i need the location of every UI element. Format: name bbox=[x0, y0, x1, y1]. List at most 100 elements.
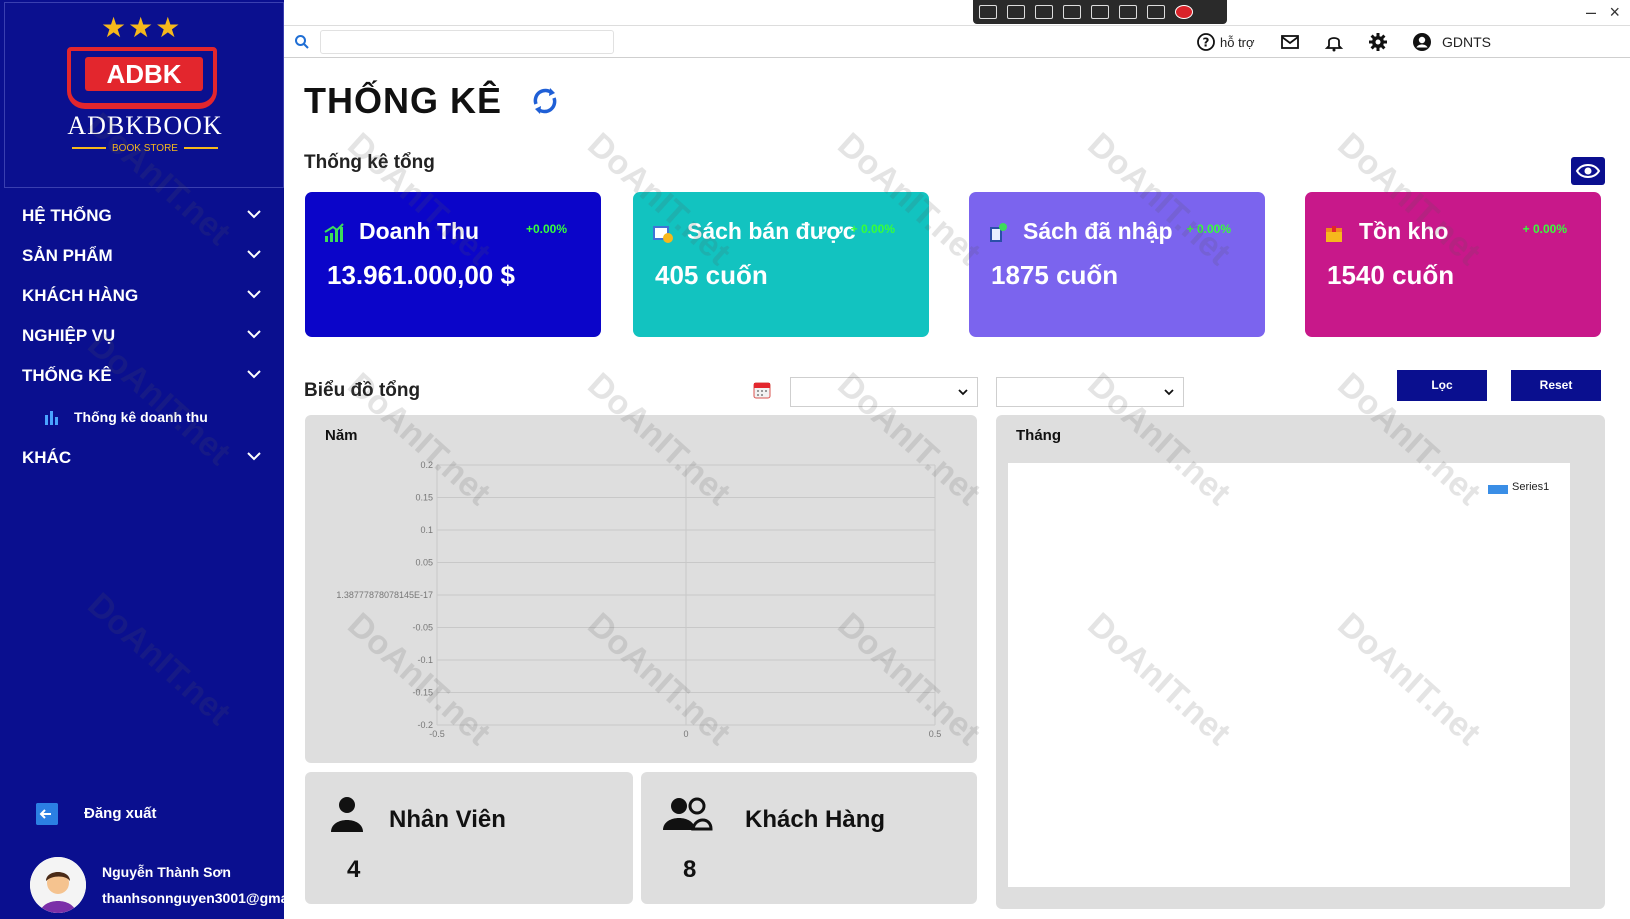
recording-toolbar bbox=[973, 0, 1227, 24]
sidebar-menu: HỆ THỐNG SẢN PHẨM KHÁCH HÀNG NGHIỆP VỤ T… bbox=[0, 196, 284, 478]
card-percent: + 0.00% bbox=[1186, 222, 1231, 236]
screenshot-icon[interactable] bbox=[979, 5, 997, 19]
x-tick-label: 0.5 bbox=[929, 729, 942, 739]
stat-value: 8 bbox=[683, 856, 697, 883]
employee-stat-card: Nhân Viên 4 bbox=[305, 772, 633, 904]
month-chart: Series1 bbox=[1008, 463, 1570, 887]
inventory-card: Tồn kho + 0.00% 1540 cuốn bbox=[1305, 192, 1601, 337]
eye-icon bbox=[1575, 164, 1601, 178]
sidebar-item-san-pham[interactable]: SẢN PHẨM bbox=[0, 236, 284, 276]
month-chart-panel: Tháng Series1 bbox=[996, 415, 1605, 909]
sidebar-item-label: SẢN PHẨM bbox=[22, 246, 113, 265]
stat-value: 4 bbox=[347, 856, 361, 883]
summary-title: Thống kê tổng bbox=[304, 152, 435, 173]
stat-label: Nhân Viên bbox=[389, 806, 506, 833]
chevron-down-icon bbox=[247, 370, 261, 379]
top-bar: ? hỗ trợ GDNTS bbox=[284, 26, 1630, 58]
card-value: 13.961.000,00 $ bbox=[327, 260, 515, 290]
accessibility-icon[interactable] bbox=[1147, 5, 1165, 19]
card-label: Sách đã nhập bbox=[1023, 218, 1173, 244]
toggle-visibility-button[interactable] bbox=[1571, 157, 1605, 185]
chevron-down-icon bbox=[958, 389, 968, 396]
sidebar-item-thong-ke[interactable]: THỐNG KÊ bbox=[0, 356, 284, 396]
minimize-button[interactable]: – bbox=[1586, 2, 1596, 23]
people-icon bbox=[663, 797, 713, 831]
user-circle-icon[interactable] bbox=[1412, 32, 1432, 52]
pointer-icon[interactable] bbox=[1035, 5, 1053, 19]
sidebar: ★★★ ADBK ADBKBOOK BOOK STORE HỆ THỐNG SẢ… bbox=[0, 0, 284, 919]
y-tick-label: -0.1 bbox=[417, 655, 433, 665]
bell-icon[interactable] bbox=[1324, 32, 1344, 52]
logo-name: ADBKBOOK bbox=[67, 111, 223, 140]
x-tick-label: 0 bbox=[683, 729, 688, 739]
bar-chart-icon bbox=[45, 411, 58, 425]
chevron-down-icon bbox=[247, 250, 261, 259]
sidebar-subitem-label: Thống kê doanh thu bbox=[74, 409, 208, 425]
close-button[interactable]: × bbox=[1609, 2, 1620, 23]
card-value: 405 cuốn bbox=[655, 260, 768, 290]
avatar[interactable] bbox=[30, 857, 86, 913]
month-combobox[interactable] bbox=[996, 377, 1184, 407]
card-percent: + 0.00% bbox=[850, 222, 895, 236]
person-icon bbox=[331, 797, 363, 832]
reset-button[interactable]: Reset bbox=[1511, 370, 1601, 401]
search-input[interactable] bbox=[320, 30, 614, 54]
card-percent: + 0.00% bbox=[1522, 222, 1567, 236]
app-window: ★★★ ADBK ADBKBOOK BOOK STORE HỆ THỐNG SẢ… bbox=[0, 0, 1630, 919]
y-tick-label: 1.38777878078145E-17 bbox=[336, 590, 433, 600]
year-chart-panel: Năm 0.2 0.15 0.1 0.05 1.38777878078145E-17 -0… bbox=[305, 415, 977, 763]
refresh-icon[interactable] bbox=[528, 84, 562, 118]
book-import-icon bbox=[990, 223, 1007, 242]
mail-icon[interactable] bbox=[1280, 32, 1300, 52]
logo: ★★★ ADBK ADBKBOOK BOOK STORE bbox=[4, 2, 284, 188]
sidebar-subitem-thong-ke-doanh-thu[interactable]: Thống kê doanh thu bbox=[0, 396, 284, 438]
annotate-icon[interactable] bbox=[1091, 5, 1109, 19]
card-value: 1540 cuốn bbox=[1327, 260, 1455, 290]
year-combobox[interactable] bbox=[790, 377, 978, 407]
user-code[interactable]: GDNTS bbox=[1442, 34, 1491, 50]
logo-abbr: ADBK bbox=[85, 57, 203, 91]
y-tick-label: -0.15 bbox=[412, 688, 433, 698]
logo-stars-icon: ★★★ bbox=[101, 12, 183, 43]
sidebar-item-label: HỆ THỐNG bbox=[22, 206, 112, 225]
card-label: Doanh Thu bbox=[359, 218, 480, 244]
chevron-down-icon bbox=[247, 290, 261, 299]
y-tick-label: 0.1 bbox=[420, 525, 433, 535]
search-icon bbox=[295, 35, 309, 49]
chevron-down-icon bbox=[247, 210, 261, 219]
y-tick-label: 0.15 bbox=[415, 493, 433, 503]
filter-button[interactable]: Lọc bbox=[1397, 370, 1487, 401]
gear-icon[interactable] bbox=[1368, 32, 1388, 52]
camera-icon[interactable] bbox=[1007, 5, 1025, 19]
x-tick-label: -0.5 bbox=[429, 729, 445, 739]
year-chart: 0.2 0.15 0.1 0.05 1.38777878078145E-17 -0.05 -… bbox=[336, 460, 942, 739]
help-icon[interactable]: ? bbox=[1196, 32, 1216, 52]
sidebar-item-he-thong[interactable]: HỆ THỐNG bbox=[0, 196, 284, 236]
chart-section-title: Biểu đồ tổng bbox=[304, 380, 421, 401]
logout-arrow-icon bbox=[36, 803, 58, 825]
chevron-down-icon bbox=[247, 330, 261, 339]
help-label[interactable]: hỗ trợ bbox=[1220, 35, 1255, 50]
stat-label: Khách Hàng bbox=[745, 806, 886, 833]
card-percent: +0.00% bbox=[525, 222, 567, 236]
audio-icon[interactable] bbox=[1119, 5, 1137, 19]
sidebar-item-khac[interactable]: KHÁC bbox=[0, 438, 284, 478]
stop-icon[interactable] bbox=[1175, 5, 1193, 19]
chevron-down-icon bbox=[247, 452, 261, 461]
sidebar-item-nghiep-vu[interactable]: NGHIỆP VỤ bbox=[0, 316, 284, 356]
title-bar: – × bbox=[284, 0, 1630, 26]
box-icon bbox=[1326, 226, 1342, 242]
sidebar-item-label: THỐNG KÊ bbox=[22, 366, 112, 385]
avatar-icon bbox=[30, 857, 86, 913]
card-label: Tồn kho bbox=[1359, 218, 1449, 244]
page-title: THỐNG KÊ bbox=[304, 80, 503, 121]
user-email: thanhsonnguyen3001@gmail.com bbox=[102, 890, 284, 906]
sidebar-item-khach-hang[interactable]: KHÁCH HÀNG bbox=[0, 276, 284, 316]
legend-label-series1: Series1 bbox=[1512, 481, 1550, 493]
region-icon[interactable] bbox=[1063, 5, 1081, 19]
chart-up-icon bbox=[324, 223, 344, 242]
y-tick-label: 0.2 bbox=[420, 460, 433, 470]
calendar-icon[interactable] bbox=[752, 380, 772, 400]
books-sold-card: Sách bán được + 0.00% 405 cuốn bbox=[633, 192, 929, 337]
card-value: 1875 cuốn bbox=[991, 260, 1119, 290]
